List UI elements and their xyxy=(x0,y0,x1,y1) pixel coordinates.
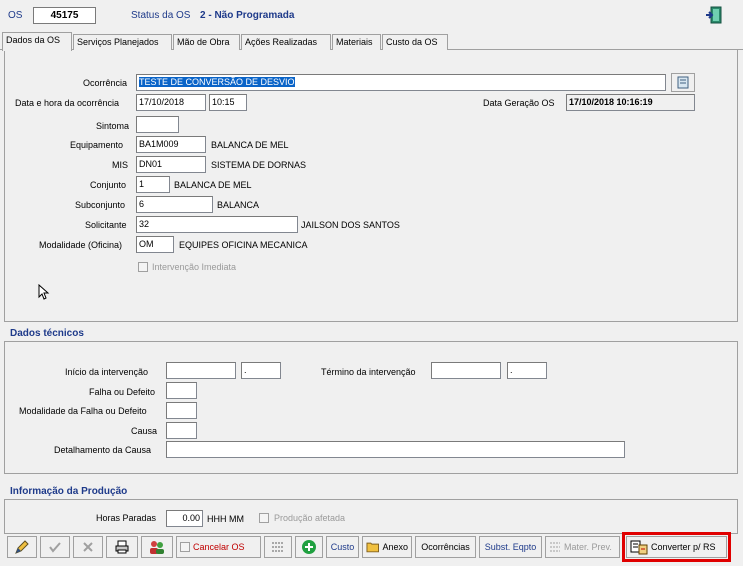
ocorrencias-button[interactable]: Ocorrências xyxy=(415,536,476,558)
converter-rs-button[interactable]: Converter p/ RS xyxy=(622,532,731,562)
falha-defeito-label: Falha ou Defeito xyxy=(89,387,156,397)
mis-desc: SISTEMA DE DORNAS xyxy=(211,160,307,170)
sintoma-label: Sintoma xyxy=(96,121,130,131)
confirm-button[interactable] xyxy=(40,536,70,558)
causa-field[interactable] xyxy=(166,422,197,439)
subconjunto-desc: BALANCA xyxy=(217,200,260,210)
list-button[interactable] xyxy=(264,536,292,558)
tab-bar: Dados da OS Serviços Planejados Mão de O… xyxy=(0,32,743,51)
inicio-time-field[interactable]: . xyxy=(241,362,281,379)
equipamento-field[interactable]: BA1M009 xyxy=(136,136,206,153)
mater-prev-button[interactable]: Mater. Prev. xyxy=(545,536,620,558)
convert-document-icon xyxy=(630,540,648,555)
data-ocorrencia-field[interactable]: 17/10/2018 xyxy=(136,94,206,111)
conjunto-field[interactable]: 1 xyxy=(136,176,170,193)
add-button[interactable] xyxy=(295,536,323,558)
modalidade-falha-field[interactable] xyxy=(166,402,197,419)
ocorrencia-field[interactable]: TESTE DE CONVERSÃO DE DESVIO xyxy=(136,74,666,91)
inicio-intervencao-label: Início da intervenção xyxy=(65,367,149,377)
sintoma-field[interactable] xyxy=(136,116,179,133)
solicitante-label: Solicitante xyxy=(85,220,127,230)
hora-ocorrencia-field[interactable]: 10:15 xyxy=(209,94,247,111)
mis-label: MIS xyxy=(112,160,129,170)
solicitante-desc: JAILSON DOS SANTOS xyxy=(301,220,400,230)
modalidade-label: Modalidade (Oficina) xyxy=(39,240,123,250)
producao-afetada-label: Produção afetada xyxy=(274,513,346,523)
horas-unit-label: HHH MM xyxy=(207,514,244,524)
users-button[interactable] xyxy=(141,536,173,558)
folder-icon xyxy=(366,542,379,553)
termino-intervencao-label: Término da intervenção xyxy=(321,367,416,377)
edit-icon xyxy=(15,540,29,554)
status-label: Status da OS xyxy=(131,10,191,21)
tab-servicos-planejados[interactable]: Serviços Planejados xyxy=(73,34,172,50)
tab-mao-de-obra[interactable]: Mão de Obra xyxy=(173,34,240,50)
ocorrencia-label: Ocorrência xyxy=(83,78,128,88)
data-hora-label: Data e hora da ocorrência xyxy=(15,98,120,108)
subconjunto-label: Subconjunto xyxy=(75,200,126,210)
horas-paradas-label: Horas Paradas xyxy=(96,513,157,523)
mis-field[interactable]: DN01 xyxy=(136,156,206,173)
modalidade-desc: EQUIPES OFICINA MECANICA xyxy=(179,240,308,250)
data-geracao-label: Data Geração OS xyxy=(483,98,555,108)
conjunto-desc: BALANCA DE MEL xyxy=(174,180,252,190)
list-icon xyxy=(550,542,560,552)
inicio-date-field[interactable] xyxy=(166,362,236,379)
equipamento-label: Equipamento xyxy=(70,140,124,150)
subst-eqpto-button[interactable]: Subst. Eqpto xyxy=(479,536,542,558)
exit-icon[interactable] xyxy=(705,6,723,24)
printer-icon xyxy=(115,540,129,554)
os-number-field[interactable]: 45175 xyxy=(33,7,96,24)
data-geracao-field: 17/10/2018 10:16:19 xyxy=(566,94,695,111)
mater-prev-label: Mater. Prev. xyxy=(564,542,612,552)
anexo-label: Anexo xyxy=(382,542,408,552)
falha-defeito-field[interactable] xyxy=(166,382,197,399)
horas-paradas-field[interactable]: 0.00 xyxy=(166,510,203,527)
equipamento-desc: BALANCA DE MEL xyxy=(211,140,289,150)
ocorrencia-lookup-button[interactable] xyxy=(671,73,695,92)
detalhamento-causa-label: Detalhamento da Causa xyxy=(54,445,152,455)
causa-label: Causa xyxy=(131,426,158,436)
detalhamento-causa-field[interactable] xyxy=(166,441,625,458)
cancelar-os-label: Cancelar OS xyxy=(193,542,245,552)
tab-dados-da-os[interactable]: Dados da OS xyxy=(2,32,72,51)
status-value: 2 - Não Programada xyxy=(200,10,295,21)
print-button[interactable] xyxy=(106,536,138,558)
subconjunto-field[interactable]: 6 xyxy=(136,196,213,213)
cancelar-os-button[interactable]: Cancelar OS xyxy=(176,536,261,558)
termino-date-field[interactable] xyxy=(431,362,501,379)
intervencao-imediata-label: Intervenção Imediata xyxy=(152,262,237,272)
producao-afetada-checkbox[interactable] xyxy=(259,513,269,523)
anexo-button[interactable]: Anexo xyxy=(362,536,412,558)
edit-button[interactable] xyxy=(7,536,37,558)
termino-time-field[interactable]: . xyxy=(507,362,547,379)
tab-materiais[interactable]: Materiais xyxy=(332,34,381,50)
list-icon xyxy=(272,542,284,552)
modalidade-field[interactable]: OM xyxy=(136,236,174,253)
users-icon xyxy=(150,541,164,554)
solicitante-field[interactable]: 32 xyxy=(136,216,298,233)
tab-acoes-realizadas[interactable]: Ações Realizadas xyxy=(241,34,331,50)
producao-title: Informação da Produção xyxy=(10,486,128,497)
mouse-cursor-icon xyxy=(38,283,50,302)
cancelar-os-checkbox[interactable] xyxy=(180,542,190,552)
dados-tecnicos-title: Dados técnicos xyxy=(10,328,84,339)
plus-icon xyxy=(302,540,316,554)
converter-rs-label: Converter p/ RS xyxy=(651,542,716,552)
os-label: OS xyxy=(8,10,23,21)
conjunto-label: Conjunto xyxy=(90,180,127,190)
cancel-button[interactable] xyxy=(73,536,103,558)
modalidade-falha-label: Modalidade da Falha ou Defeito xyxy=(19,406,147,416)
close-icon xyxy=(83,542,93,552)
tab-custo-da-os[interactable]: Custo da OS xyxy=(382,34,448,50)
custo-button[interactable]: Custo xyxy=(326,536,359,558)
intervencao-imediata-checkbox[interactable] xyxy=(138,262,148,272)
check-icon xyxy=(49,542,61,553)
notebook-icon xyxy=(677,76,689,89)
